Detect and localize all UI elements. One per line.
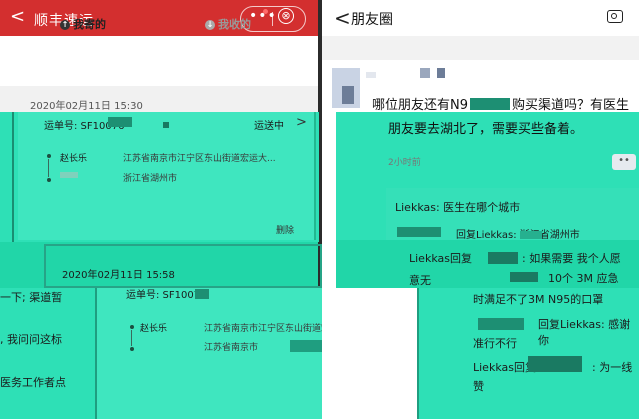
comment-tail: 10个 3M 应急 bbox=[548, 272, 619, 285]
glitch-band bbox=[417, 288, 639, 419]
cover-strip bbox=[322, 36, 639, 60]
post-text: 哪位朋友还有N9 购买渠道吗？有医生 bbox=[372, 94, 629, 113]
redacted-block bbox=[488, 252, 518, 264]
comment-tail: : 为一线 bbox=[592, 361, 633, 374]
shipment-status: 运送中 bbox=[254, 121, 284, 132]
route-line bbox=[131, 330, 132, 346]
camera-lens bbox=[611, 13, 617, 19]
sender-name: 赵长乐 bbox=[140, 324, 168, 334]
tab-bar bbox=[0, 36, 318, 86]
tab-received[interactable]: ↓ 我收的 bbox=[205, 16, 251, 32]
overlay-text: , 我问问这标 bbox=[0, 333, 62, 346]
sender-address: 江苏省南京市江宁区东山街道宏运大... bbox=[123, 154, 276, 164]
route-dot-icon bbox=[47, 154, 51, 158]
redacted-block bbox=[290, 340, 326, 352]
post-timestamp: 2小时前 bbox=[388, 158, 421, 168]
redacted-block bbox=[510, 272, 538, 282]
tab-received-label: 我收的 bbox=[218, 18, 251, 31]
back-icon[interactable]: < bbox=[334, 6, 351, 30]
receiver-address: 江苏省南京市 bbox=[204, 343, 259, 353]
overlay-text: 医务工作者点 bbox=[0, 376, 66, 389]
comment[interactable]: Liekkas回复 bbox=[473, 359, 536, 375]
redacted-block bbox=[60, 172, 78, 178]
upload-icon: ↑ bbox=[60, 20, 70, 30]
comment[interactable]: 意无 bbox=[409, 272, 431, 288]
tab-sent-label: 我寄的 bbox=[73, 18, 106, 31]
route-dot-icon bbox=[47, 178, 51, 182]
post-text-tail: 购买渠道吗？有医生 bbox=[512, 98, 630, 113]
route-dot-icon bbox=[130, 347, 134, 351]
comment[interactable]: Liekkas回复 bbox=[409, 250, 472, 266]
post-text: 朋友要去湖北了，需要买些备着。 bbox=[388, 122, 584, 137]
chevron-right-icon[interactable]: > bbox=[296, 115, 307, 130]
redacted-block bbox=[420, 68, 430, 78]
route-line bbox=[48, 159, 49, 177]
receiver-address: 浙江省湖州市 bbox=[123, 174, 178, 184]
capsule-divider bbox=[272, 12, 273, 26]
redacted-block bbox=[478, 318, 524, 330]
order-date: 2020年02月11日 15:58 bbox=[62, 270, 175, 281]
comment[interactable]: 准行不行 bbox=[473, 335, 517, 351]
comment-tail: : 如果需要 我个人愿 bbox=[522, 252, 621, 265]
comment[interactable]: 回复Liekkas: 浙江省湖州市 bbox=[456, 226, 580, 241]
redacted-block bbox=[163, 122, 169, 128]
redacted-block bbox=[108, 117, 132, 127]
comment[interactable]: 时满足不了3M N95的口罩 bbox=[473, 291, 603, 307]
avatar-detail bbox=[342, 86, 354, 104]
page-title: 朋友圈 bbox=[351, 12, 393, 28]
comment[interactable]: 回复Liekkas: 感谢你 bbox=[538, 316, 639, 348]
waybill-number: 运单号: SF1007 bbox=[126, 290, 201, 301]
tab-sent[interactable]: ↑ 我寄的 bbox=[60, 16, 106, 32]
comment[interactable]: Liekkas: 医生在哪个城市 bbox=[395, 199, 520, 215]
band-divider bbox=[12, 112, 14, 242]
download-icon: ↓ bbox=[205, 20, 215, 30]
redacted-block bbox=[520, 231, 542, 239]
notification-dot bbox=[263, 9, 268, 14]
route-dot-icon bbox=[130, 325, 134, 329]
redacted-block bbox=[366, 72, 376, 78]
more-actions-button[interactable]: •• bbox=[612, 154, 636, 170]
overlay-text: 一下; 渠道暂 bbox=[0, 291, 63, 304]
order-date: 2020年02月11日 15:30 bbox=[30, 101, 143, 112]
redacted-block bbox=[437, 68, 445, 78]
delete-button[interactable]: 删除 bbox=[276, 223, 294, 236]
close-icon[interactable]: ⊗ bbox=[278, 8, 294, 24]
redacted-block bbox=[528, 356, 582, 372]
sender-name: 赵长乐 bbox=[60, 154, 88, 164]
redacted-block bbox=[470, 98, 510, 110]
redacted-block bbox=[195, 289, 209, 299]
post-text-head: 哪位朋友还有N9 bbox=[372, 98, 468, 113]
redacted-block bbox=[397, 227, 441, 237]
comment[interactable]: 赞 bbox=[473, 378, 484, 394]
back-icon[interactable]: < bbox=[10, 7, 25, 27]
